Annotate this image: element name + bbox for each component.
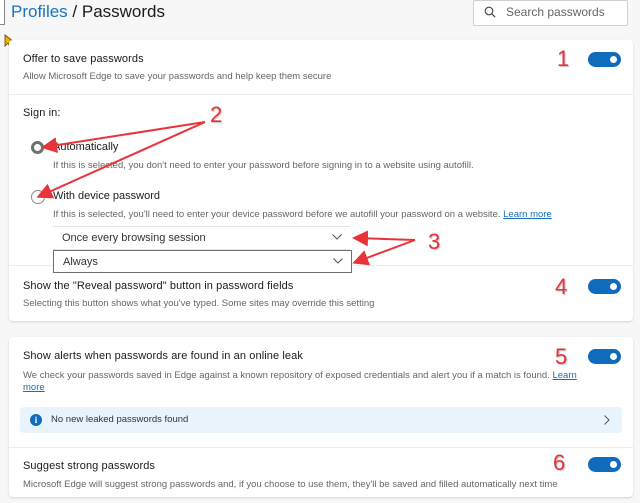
strong-passwords-toggle[interactable] [588, 457, 621, 472]
search-icon [484, 6, 496, 18]
reveal-password-description: Selecting this button shows what you've … [23, 298, 375, 309]
toggle-knob [610, 461, 617, 468]
chevron-right-icon [604, 415, 610, 425]
auth-frequency-dropdown[interactable]: Once every browsing session [53, 226, 350, 250]
offer-to-save-title: Offer to save passwords [23, 53, 144, 65]
leaked-passwords-status: No new leaked passwords found [51, 414, 189, 425]
leak-alerts-toggle[interactable] [588, 349, 621, 364]
radio-automatically[interactable] [31, 141, 44, 154]
chevron-down-icon [333, 258, 343, 264]
auth-mode-dropdown[interactable]: Always [53, 250, 352, 273]
divider [352, 265, 633, 266]
strong-passwords-title: Suggest strong passwords [23, 460, 156, 472]
dropdown-value: Always [63, 256, 98, 268]
radio-automatically-label[interactable]: Automatically [53, 141, 118, 153]
breadcrumb-current: Passwords [81, 2, 165, 21]
offer-to-save-description: Allow Microsoft Edge to save your passwo… [23, 71, 332, 82]
window-edge [0, 0, 5, 25]
leak-alerts-description: We check your passwords saved in Edge ag… [23, 370, 583, 394]
sign-in-label: Sign in: [23, 107, 61, 119]
offer-to-save-row: Offer to save passwords Allow Microsoft … [9, 40, 633, 94]
reveal-password-title: Show the "Reveal password" button in pas… [23, 280, 294, 292]
leak-alerts-description-text: We check your passwords saved in Edge ag… [23, 370, 550, 381]
offer-to-save-toggle[interactable] [588, 52, 621, 67]
info-icon: i [30, 414, 42, 426]
reveal-password-toggle[interactable] [588, 279, 621, 294]
leak-and-strong-card: Show alerts when passwords are found in … [9, 337, 633, 497]
annotation-6: 6 [553, 450, 566, 475]
breadcrumb-separator: / [67, 2, 82, 21]
dropdown-value: Once every browsing session [62, 232, 206, 244]
leaked-passwords-info[interactable]: i No new leaked passwords found [20, 407, 622, 433]
breadcrumb-profiles[interactable]: Profiles [11, 2, 68, 21]
annotation-3: 3 [428, 229, 441, 254]
learn-more-link[interactable]: Learn more [503, 209, 552, 220]
annotation-2: 2 [210, 102, 223, 127]
search-box[interactable] [473, 0, 628, 26]
strong-passwords-description: Microsoft Edge will suggest strong passw… [23, 479, 558, 490]
password-settings-card: Offer to save passwords Allow Microsoft … [9, 40, 633, 321]
toggle-knob [610, 353, 617, 360]
radio-device-password-label[interactable]: With device password [53, 190, 160, 202]
search-input[interactable] [506, 5, 621, 19]
radio-automatically-description: If this is selected, you don't need to e… [53, 160, 474, 171]
device-password-description-text: If this is selected, you'll need to ente… [53, 209, 501, 220]
divider [9, 265, 53, 266]
chevron-down-icon [332, 234, 342, 240]
leak-alerts-title: Show alerts when passwords are found in … [23, 350, 303, 362]
annotation-1: 1 [557, 46, 570, 71]
divider [9, 94, 633, 95]
annotation-5: 5 [555, 344, 568, 369]
radio-device-password-description: If this is selected, you'll need to ente… [53, 209, 552, 220]
toggle-knob [610, 283, 617, 290]
annotation-4: 4 [555, 274, 568, 299]
toggle-knob [610, 56, 617, 63]
radio-device-password[interactable] [31, 190, 45, 204]
divider [9, 447, 633, 448]
page-title: Profiles / Passwords [11, 2, 165, 22]
